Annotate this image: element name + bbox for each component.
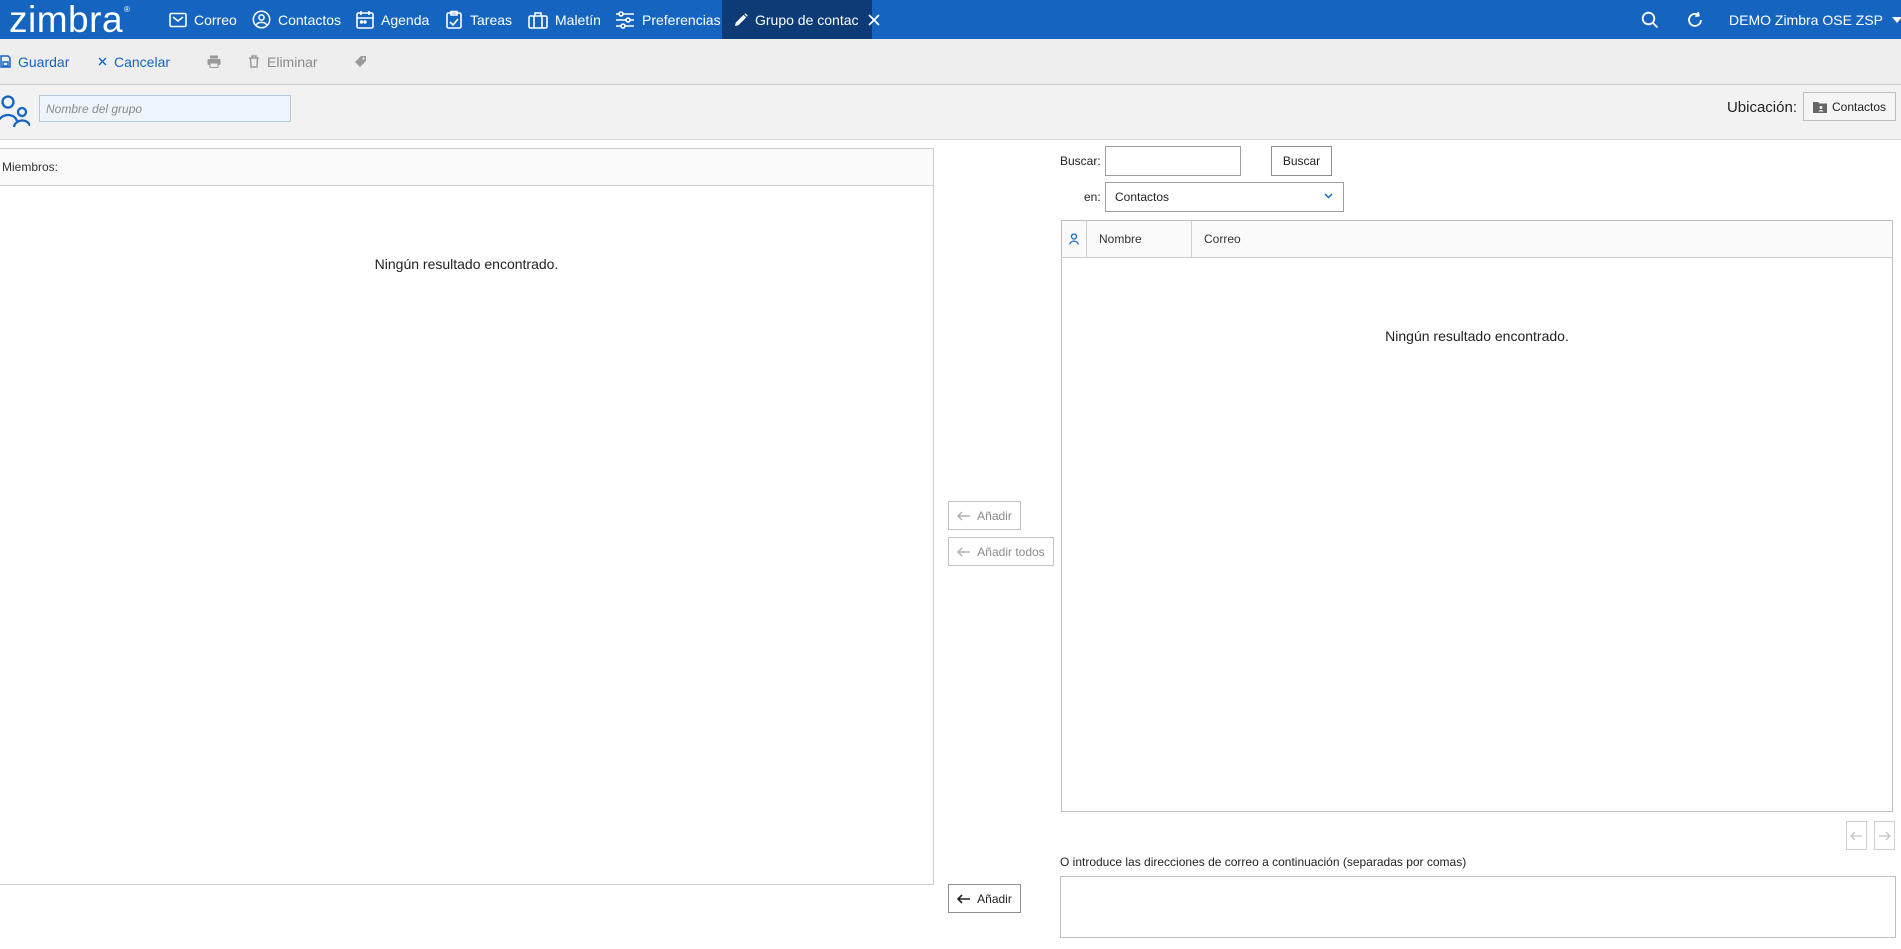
search-input[interactable]: [1105, 146, 1241, 176]
add-button[interactable]: Añadir: [948, 501, 1021, 530]
tab-contact-group[interactable]: Grupo de contac: [722, 0, 880, 39]
caret-down-icon: [1892, 16, 1901, 23]
column-email[interactable]: Correo: [1192, 221, 1892, 257]
mail-icon: [169, 12, 187, 28]
person-icon: [1069, 233, 1079, 245]
manual-email-textarea[interactable]: [1060, 876, 1896, 938]
zimbra-logo[interactable]: zimbra ®: [9, 0, 130, 40]
top-bar: zimbra ® Correo Contactos Agenda Tareas M…: [0, 0, 1901, 40]
delete-button[interactable]: Eliminar: [248, 39, 318, 84]
add-manual-button[interactable]: Añadir: [948, 884, 1021, 913]
tasks-icon: [445, 10, 463, 29]
arrow-left-icon: [1850, 831, 1863, 841]
arrow-left-icon: [957, 511, 971, 521]
chevron-down-icon: [1324, 193, 1333, 199]
toolbar: Guardar Cancelar Eliminar: [0, 39, 1901, 85]
manual-email-hint: O introduce las direcciones de correo a …: [1060, 855, 1467, 869]
nav-item-mail[interactable]: Correo: [169, 0, 237, 39]
group-name-input[interactable]: [39, 95, 291, 122]
contacts-icon: [252, 10, 271, 29]
nav-item-tasks[interactable]: Tareas: [445, 0, 512, 39]
arrow-left-icon: [957, 893, 971, 904]
refresh-icon[interactable]: [1686, 0, 1704, 39]
search-label: Buscar:: [1060, 154, 1101, 168]
print-icon: [207, 55, 221, 68]
close-icon[interactable]: [867, 13, 880, 26]
contact-group-icon: [0, 93, 30, 131]
save-icon: [0, 55, 11, 68]
tag-button[interactable]: [354, 39, 367, 84]
tag-icon: [354, 55, 367, 68]
group-header: Ubicación: Contactos: [0, 85, 1901, 140]
search-in-label: en:: [1084, 190, 1101, 204]
pencil-icon: [734, 12, 748, 27]
members-panel: Miembros: Ningún resultado encontrado.: [0, 148, 934, 885]
results-empty-message: Ningún resultado encontrado.: [1385, 328, 1569, 344]
trash-icon: [248, 55, 260, 68]
members-empty-message: Ningún resultado encontrado.: [374, 256, 559, 272]
add-all-button[interactable]: Añadir todos: [948, 537, 1054, 566]
search-button[interactable]: Buscar: [1271, 146, 1332, 176]
next-page-button[interactable]: [1874, 821, 1895, 850]
search-in-select[interactable]: Contactos: [1105, 182, 1344, 212]
prev-page-button[interactable]: [1846, 821, 1867, 850]
location-button[interactable]: Contactos: [1803, 92, 1896, 121]
cancel-button[interactable]: Cancelar: [98, 39, 170, 84]
nav-item-contacts[interactable]: Contactos: [252, 0, 341, 39]
results-header: Nombre Correo: [1062, 221, 1892, 258]
search-icon[interactable]: [1641, 0, 1659, 39]
nav-item-preferences[interactable]: Preferencias: [615, 0, 721, 39]
arrow-left-icon: [957, 547, 971, 557]
nav-item-calendar[interactable]: Agenda: [356, 0, 429, 39]
close-icon: [98, 57, 107, 66]
results-table: Nombre Correo Ningún resultado encontrad…: [1061, 220, 1893, 812]
calendar-icon: [356, 10, 374, 29]
folder-icon: [1812, 101, 1827, 113]
briefcase-icon: [528, 11, 548, 29]
user-menu[interactable]: DEMO Zimbra OSE ZSP: [1729, 0, 1901, 39]
save-button[interactable]: Guardar: [0, 39, 69, 84]
members-header: Miembros:: [0, 149, 933, 186]
contact-type-column[interactable]: [1062, 221, 1087, 257]
nav-item-briefcase[interactable]: Maletín: [528, 0, 601, 39]
column-name[interactable]: Nombre: [1087, 221, 1192, 257]
preferences-icon: [615, 10, 635, 29]
print-button[interactable]: [207, 39, 221, 84]
arrow-right-icon: [1878, 831, 1891, 841]
location-label: Ubicación:: [1726, 99, 1797, 116]
